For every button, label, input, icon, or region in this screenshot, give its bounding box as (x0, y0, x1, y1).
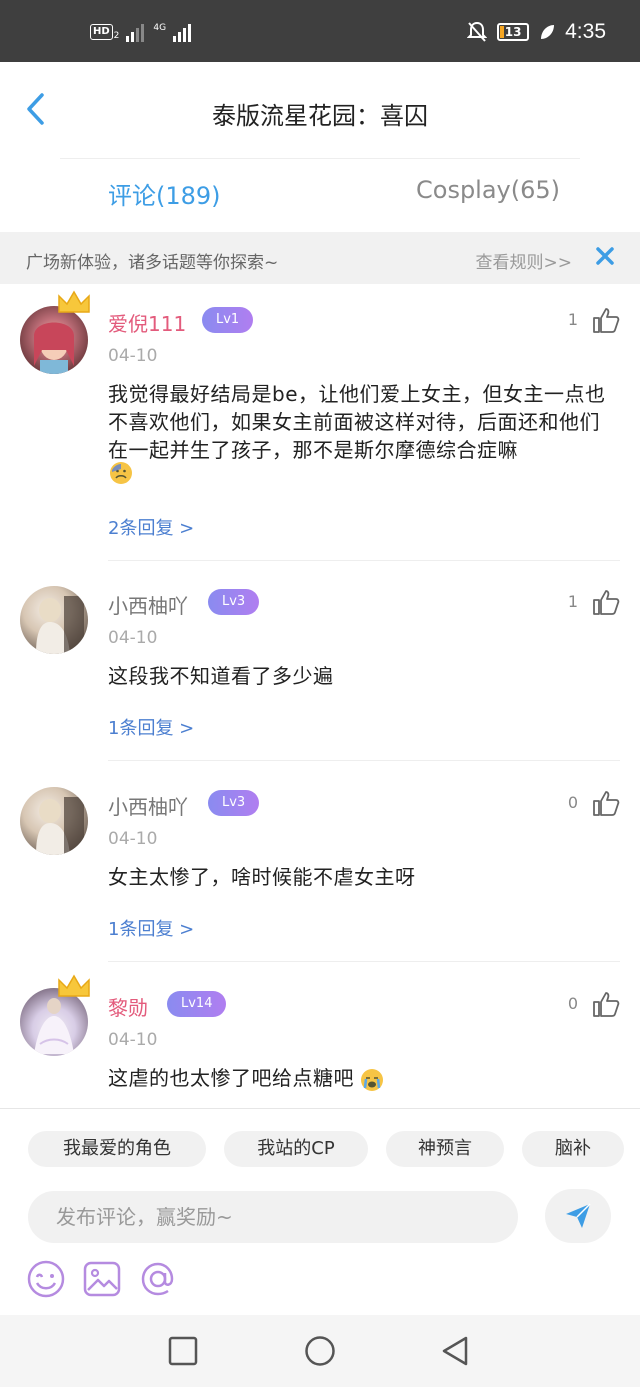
thumbs-up-icon[interactable] (592, 588, 620, 616)
send-button[interactable] (545, 1189, 611, 1243)
comment-divider (108, 560, 620, 561)
home-icon[interactable] (304, 1335, 336, 1367)
topic-chip-favorite-character[interactable]: 我最爱的角色 (28, 1131, 206, 1167)
avatar[interactable] (20, 586, 88, 654)
send-icon (566, 1203, 591, 1228)
tab-divider (60, 158, 580, 159)
comment-text-content: 我觉得最好结局是be，让他们爱上女主，但女主一点也不喜欢他们，如果女主前面被这样… (108, 382, 606, 462)
mute-bell-icon (467, 21, 488, 42)
hd-indicator: HD (90, 24, 113, 40)
level-badge: Lv3 (208, 790, 260, 816)
like-count: 1 (567, 592, 578, 611)
notice-bar: 广场新体验，诸多话题等你探索~ 查看规则>> (0, 232, 640, 284)
view-replies-link[interactable]: 1条回复 > (108, 714, 194, 740)
back-nav-icon[interactable] (440, 1335, 472, 1367)
clock: 4:35 (565, 20, 606, 43)
avatar-image-icon (36, 596, 84, 654)
comment-input[interactable] (28, 1191, 518, 1243)
battery-level: 13 (504, 25, 522, 39)
view-rules-link[interactable]: 查看规则>> (476, 248, 573, 273)
like-count: 0 (567, 793, 578, 812)
comment-text: 这虐的也太惨了吧给点糖吧 (108, 1064, 620, 1092)
page-title: 泰版流星花园：喜囚 (212, 102, 428, 130)
username[interactable]: 爱倪111 (108, 308, 186, 337)
comment-text: 这段我不知道看了多少遍 (108, 664, 334, 688)
signal-4g-icon (173, 24, 192, 42)
tab-bar: 评论(189) Cosplay(65) (0, 158, 640, 232)
comment-date: 04-10 (108, 829, 158, 849)
username[interactable]: 小西柚吖 (108, 791, 188, 820)
comment-item: 黎勋 Lv14 0 04-10 这虐的也太惨了吧给点糖吧 (0, 968, 640, 1108)
sad-face-emoji-icon (110, 462, 132, 484)
mention-icon[interactable] (138, 1259, 178, 1299)
level-badge: Lv1 (202, 307, 254, 333)
status-bar: HD 2 4G 13 4:35 (0, 0, 640, 62)
thumbs-up-icon[interactable] (592, 990, 620, 1018)
avatar-image-icon (36, 797, 84, 855)
network-type-label: 4G (153, 23, 167, 33)
level-badge: Lv14 (167, 991, 227, 1017)
comment-date: 04-10 (108, 346, 158, 366)
thumbs-up-icon[interactable] (592, 306, 620, 334)
recent-apps-icon[interactable] (167, 1335, 199, 1367)
close-icon[interactable] (594, 245, 616, 267)
comment-composer-panel: 我最爱的角色 我站的CP 神预言 脑补 (0, 1108, 640, 1315)
crown-icon (58, 974, 90, 997)
like-count: 1 (567, 310, 578, 329)
view-replies-link[interactable]: 2条回复 > (108, 514, 194, 540)
signal-icon (126, 24, 145, 42)
comment-item: 爱倪111 Lv1 1 04-10 我觉得最好结局是be，让他们爱上女主，但女主… (0, 284, 640, 562)
crying-face-emoji-icon (360, 1068, 383, 1091)
topic-chip-my-cp[interactable]: 我站的CP (224, 1131, 368, 1167)
notice-text: 广场新体验，诸多话题等你探索~ (26, 253, 279, 273)
like-count: 0 (567, 994, 578, 1013)
system-nav-bar (0, 1315, 640, 1387)
status-left: HD 2 4G (90, 22, 194, 42)
comment-date: 04-10 (108, 1030, 158, 1050)
battery-icon: 13 (497, 23, 530, 41)
crown-icon (58, 290, 90, 313)
username[interactable]: 黎勋 (108, 992, 148, 1021)
view-replies-link[interactable]: 1条回复 > (108, 915, 194, 941)
leaf-icon (541, 25, 555, 39)
tab-cosplay[interactable]: Cosplay(65) (416, 176, 560, 204)
app-header: 泰版流星花园：喜囚 (0, 62, 640, 158)
status-right: 13 4:35 (467, 20, 606, 44)
comment-text: 我觉得最好结局是be，让他们爱上女主，但女主一点也不喜欢他们，如果女主前面被这样… (108, 380, 620, 464)
comment-item: 小西柚吖 Lv3 1 04-10 这段我不知道看了多少遍 1条回复 > (0, 566, 640, 762)
thumbs-up-icon[interactable] (592, 789, 620, 817)
comment-text-content: 这虐的也太惨了吧给点糖吧 (108, 1066, 354, 1090)
comment-divider (108, 961, 620, 962)
emoji-icon[interactable] (26, 1259, 66, 1299)
avatar[interactable] (20, 787, 88, 855)
comment-divider (108, 760, 620, 761)
comment-date: 04-10 (108, 628, 158, 648)
level-badge: Lv3 (208, 589, 260, 615)
username[interactable]: 小西柚吖 (108, 590, 188, 619)
avatar-image-icon (34, 322, 74, 374)
topic-chip-imagination[interactable]: 脑补 (522, 1131, 624, 1167)
avatar[interactable] (20, 306, 88, 374)
topic-chip-prophecy[interactable]: 神预言 (386, 1131, 504, 1167)
sim-indicator: 2 (113, 31, 120, 41)
image-icon[interactable] (82, 1259, 122, 1299)
tab-comments[interactable]: 评论(189) (108, 176, 221, 211)
comment-text: 女主太惨了，啥时候能不虐女主呀 (108, 865, 416, 889)
comment-item: 小西柚吖 Lv3 0 04-10 女主太惨了，啥时候能不虐女主呀 1条回复 > (0, 767, 640, 963)
